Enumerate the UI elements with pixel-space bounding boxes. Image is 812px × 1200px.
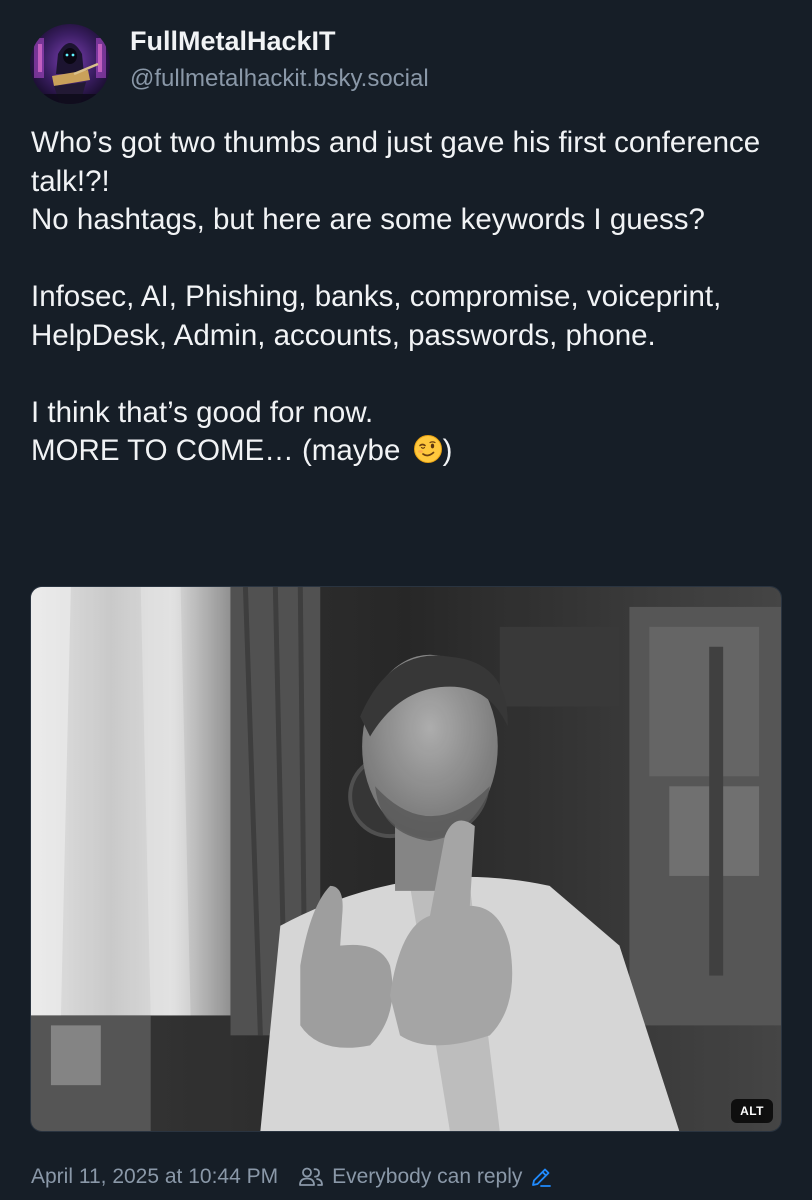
post-text: Who’s got two thumbs and just gave his f… — [31, 124, 791, 471]
author-handle[interactable]: @fullmetalhackit.bsky.social — [130, 65, 429, 93]
pencil-icon — [532, 1168, 552, 1187]
post-image[interactable]: ALT — [30, 586, 782, 1132]
avatar-hacker-guitarist-icon — [30, 24, 110, 104]
alt-text-badge[interactable]: ALT — [731, 1099, 773, 1123]
people-icon — [299, 1167, 324, 1186]
post-timestamp[interactable]: April 11, 2025 at 10:44 PM — [31, 1165, 278, 1189]
post-footer: April 11, 2025 at 10:44 PM Everybody can… — [31, 1162, 552, 1192]
post-text-body: Who’s got two thumbs and just gave his f… — [31, 126, 761, 467]
author-avatar[interactable] — [30, 24, 110, 104]
author-display-name[interactable]: FullMetalHackIT — [130, 26, 336, 57]
reply-settings-label: Everybody can reply — [332, 1165, 523, 1188]
post-view: FullMetalHackIT @fullmetalhackit.bsky.so… — [0, 0, 812, 1200]
thumbs-up-gif-image — [31, 587, 781, 1131]
post-text-end: ) — [442, 434, 453, 467]
reply-settings-button[interactable]: Everybody can reply — [298, 1165, 552, 1189]
winking-face-emoji-icon — [413, 435, 442, 463]
